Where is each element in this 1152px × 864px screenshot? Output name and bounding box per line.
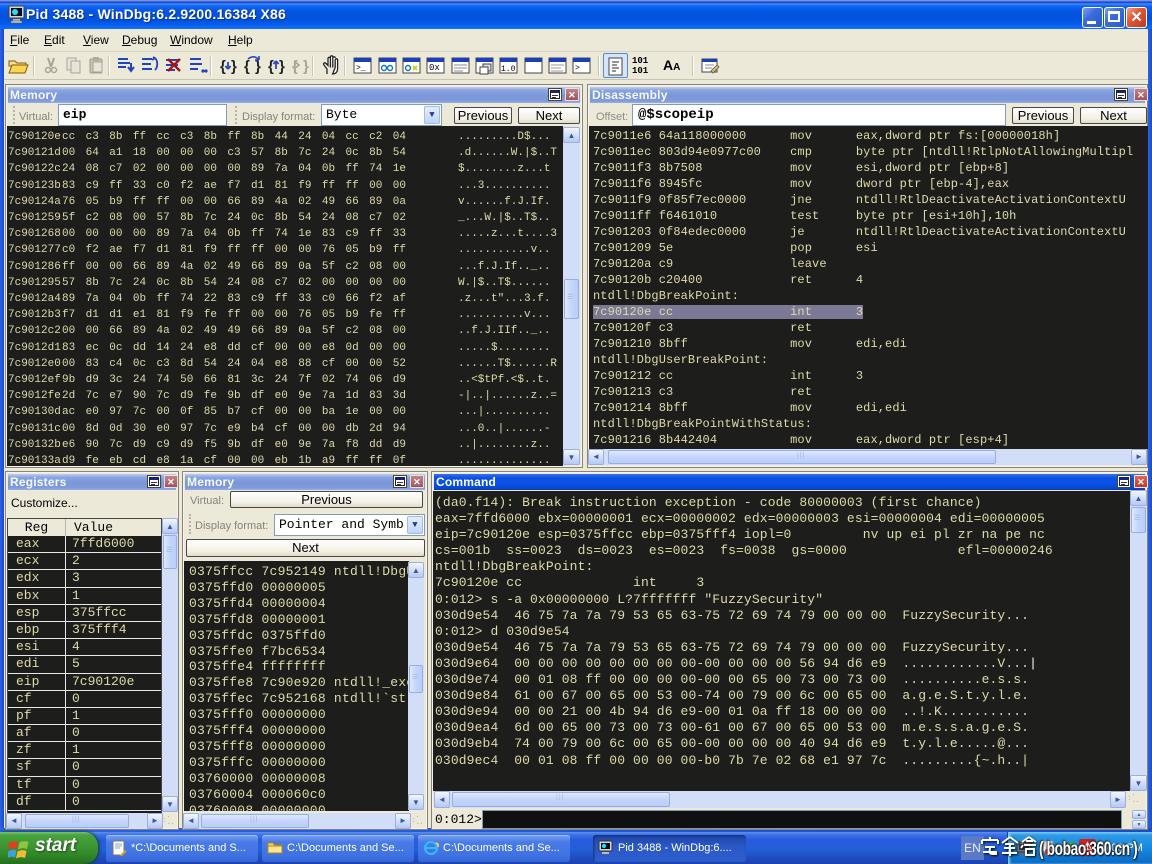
svg-text:}: } <box>303 58 309 75</box>
svg-text:1.0: 1.0 <box>501 65 516 74</box>
svg-text:>: > <box>575 64 580 73</box>
svg-text:}: } <box>279 58 285 75</box>
svg-text:0x: 0x <box>429 63 440 73</box>
svg-text:{: { <box>268 58 274 75</box>
svg-text:}: } <box>231 58 237 75</box>
svg-text:>_: >_ <box>356 64 366 73</box>
svg-text:{: { <box>244 58 250 75</box>
